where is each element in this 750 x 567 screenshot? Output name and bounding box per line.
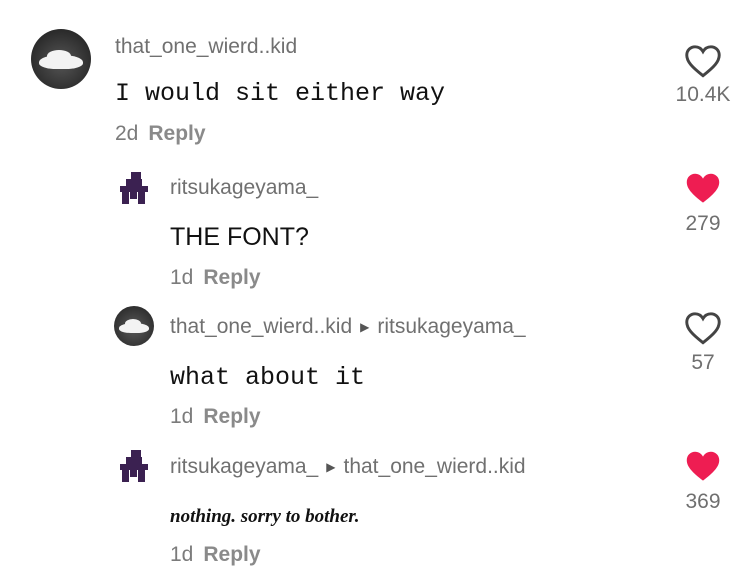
reply-arrow-icon: ▶ [326, 460, 336, 475]
reply-button[interactable]: Reply [148, 122, 205, 145]
pixel-figure-icon [120, 450, 148, 482]
heart-filled-icon[interactable] [684, 171, 722, 205]
reply-author[interactable]: ritsukageyama_ [170, 455, 318, 478]
reply-author[interactable]: that_one_wierd..kid [170, 315, 352, 338]
comment-meta: 1d Reply [170, 543, 261, 567]
comment-text: what about it [170, 363, 366, 392]
comment-age: 1d [170, 543, 194, 566]
heart-filled-icon[interactable] [684, 449, 722, 483]
avatar[interactable] [31, 29, 91, 89]
pixel-figure-icon [120, 172, 148, 204]
username[interactable]: that_one_wierd..kid ▶ ritsukageyama_ [170, 315, 526, 339]
comment-meta: 1d Reply [170, 266, 261, 290]
comment-text: THE FONT? [170, 223, 309, 251]
like-count: 10.4K [675, 83, 731, 106]
reply-target[interactable]: ritsukageyama_ [377, 315, 525, 338]
comment-meta: 1d Reply [170, 405, 261, 429]
cloud-avatar-shape [47, 50, 71, 62]
reply-arrow-icon: ▶ [360, 320, 370, 335]
comment-meta: 2d Reply [115, 122, 206, 146]
comment-age: 2d [115, 122, 139, 145]
username[interactable]: ritsukageyama_ [170, 176, 318, 200]
avatar[interactable] [114, 169, 154, 209]
like-count: 369 [685, 490, 721, 513]
comment-text: I would sit either way [115, 79, 446, 108]
reply-button[interactable]: Reply [203, 543, 260, 566]
cloud-avatar-shape [125, 319, 141, 328]
avatar[interactable] [114, 306, 154, 346]
comment-age: 1d [170, 266, 194, 289]
comment-age: 1d [170, 405, 194, 428]
reply-target[interactable]: that_one_wierd..kid [343, 455, 525, 478]
comment-text: nothing. sorry to bother. [170, 506, 360, 527]
like-count: 57 [691, 351, 715, 374]
reply-button[interactable]: Reply [203, 266, 260, 289]
heart-outline-icon[interactable] [684, 311, 722, 345]
avatar[interactable] [114, 447, 154, 487]
username[interactable]: ritsukageyama_ ▶ that_one_wierd..kid [170, 455, 526, 479]
reply-button[interactable]: Reply [203, 405, 260, 428]
heart-outline-icon[interactable] [684, 44, 722, 78]
like-count: 279 [685, 212, 721, 235]
username[interactable]: that_one_wierd..kid [115, 35, 297, 59]
